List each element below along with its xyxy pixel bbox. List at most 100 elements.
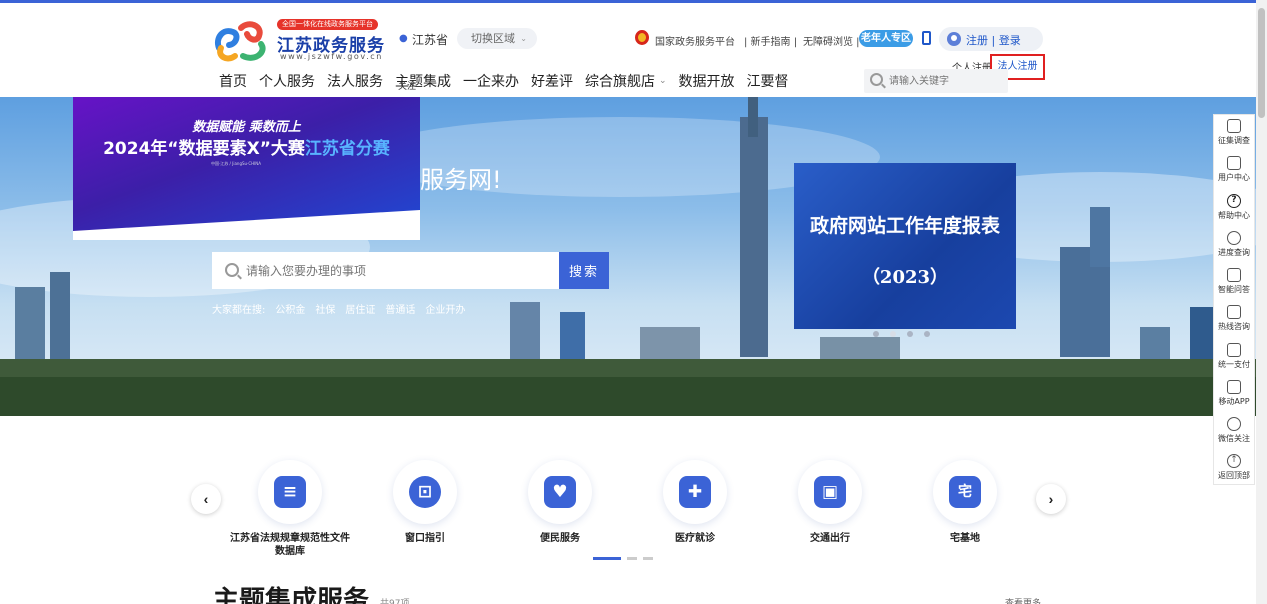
national-emblem-icon: [635, 30, 649, 45]
float-label: 微信关注: [1218, 434, 1250, 443]
nav-item-personal[interactable]: 个人服务: [259, 70, 315, 92]
gov-platform-link[interactable]: 国家政务服务平台: [655, 33, 735, 48]
float-label: 进度查询: [1218, 248, 1250, 257]
services-prev-button[interactable]: ‹: [191, 484, 221, 514]
service-item-homestead[interactable]: 宅 宅基地: [895, 460, 1035, 545]
current-location: 江苏省: [412, 33, 449, 47]
carousel-dot[interactable]: [907, 331, 913, 337]
nav-item-enterprise[interactable]: 一企来办: [463, 70, 519, 92]
service-label: 窗口指引: [405, 533, 445, 544]
carousel-dots: [873, 331, 930, 337]
nav-item-corporate[interactable]: 法人服务: [327, 70, 383, 92]
register-link[interactable]: 注册: [966, 34, 988, 47]
nav-item-flagship[interactable]: 综合旗舰店 ⌄: [585, 70, 667, 92]
service-label: 宅基地: [950, 533, 980, 544]
chevron-down-icon: ⌄: [520, 34, 527, 43]
database-icon: ≡: [274, 476, 306, 508]
login-link[interactable]: 登录: [999, 34, 1021, 47]
float-payment[interactable]: 统一支付: [1214, 343, 1254, 370]
right-float-toolbar: 征集调查 用户中心 ? 帮助中心 进度查询 智能问答 热线咨询 统一支付 移动AP…: [1213, 114, 1255, 485]
float-label: 移动APP: [1218, 397, 1250, 406]
nav-item-rating[interactable]: 好差评: [531, 70, 573, 92]
search-icon[interactable]: [870, 73, 883, 86]
pager-dot[interactable]: [627, 557, 637, 560]
service-item-regulations[interactable]: ≡ 江苏省法规规章规范性文件数据库: [220, 460, 360, 558]
carousel-dot[interactable]: [924, 331, 930, 337]
nav-item-home[interactable]: 首页: [219, 70, 247, 92]
service-icon-circle: ⊡: [393, 460, 457, 524]
service-icon-circle: 宅: [933, 460, 997, 524]
hot-searches: 大家都在搜: 公积金 社保 居住证 普通话 企业开办: [212, 301, 465, 316]
clipboard-icon: [1227, 119, 1241, 133]
header-search-input[interactable]: [889, 72, 999, 90]
float-wechat[interactable]: 微信关注: [1214, 417, 1254, 444]
hot-term[interactable]: 公积金: [275, 301, 305, 316]
guide-link[interactable]: | 新手指南 |: [744, 33, 797, 48]
float-label: 统一支付: [1218, 360, 1250, 369]
mobile-app-icon: [1227, 380, 1241, 394]
service-label: 医疗就诊: [675, 533, 715, 544]
page-scrollbar[interactable]: [1256, 0, 1267, 604]
location-pin-icon: ●: [399, 33, 408, 44]
float-hotline[interactable]: 热线咨询: [1214, 305, 1254, 332]
hot-term[interactable]: 企业开办: [425, 301, 465, 316]
view-more-link[interactable]: 查看更多: [1005, 596, 1041, 604]
annual-report-card[interactable]: 政府网站工作年度报表 （2023）: [794, 163, 1016, 329]
wechat-icon: [1227, 417, 1241, 431]
help-icon: ?: [1227, 194, 1241, 208]
float-mobile-app[interactable]: 移动APP: [1214, 380, 1254, 407]
pager-dot[interactable]: [643, 557, 653, 560]
arrow-up-icon: ↑: [1227, 454, 1241, 468]
welcome-text: 服务网!: [420, 166, 502, 194]
main-search-box: [212, 252, 559, 289]
service-item-convenience[interactable]: ♥ 便民服务: [490, 460, 630, 545]
main-search-button[interactable]: 搜索: [559, 252, 609, 289]
float-user-center[interactable]: 用户中心: [1214, 156, 1254, 183]
medical-folder-icon: ✚: [679, 476, 711, 508]
nav-item-open-data[interactable]: 数据开放: [679, 70, 735, 92]
service-label: 便民服务: [540, 533, 580, 544]
divider: |: [988, 34, 999, 47]
service-label: 江苏省法规规章规范性文件数据库: [230, 533, 350, 557]
float-ai-qa[interactable]: 智能问答: [1214, 268, 1254, 295]
wallet-icon: [1227, 343, 1241, 357]
nav-flagship-label: 综合旗舰店: [585, 74, 655, 90]
user-card-icon: [1227, 156, 1241, 170]
float-progress[interactable]: 进度查询: [1214, 231, 1254, 258]
window-guide-icon: ⊡: [409, 476, 441, 508]
nav-sub-label: 关注: [398, 82, 417, 92]
service-item-medical[interactable]: ✚ 医疗就诊: [625, 460, 765, 545]
float-help[interactable]: ? 帮助中心: [1214, 194, 1254, 221]
scrollbar-thumb[interactable]: [1258, 8, 1265, 118]
float-back-to-top[interactable]: ↑ 返回顶部: [1214, 454, 1254, 481]
promo-headline-part1: 2024年“数据要素: [103, 139, 247, 159]
main-nav: 首页 个人服务 法人服务 主题集成 一企来办 好差评 综合旗舰店 ⌄ 数据开放 江…: [219, 70, 801, 92]
accessible-link[interactable]: 无障碍浏览 |: [803, 33, 860, 48]
service-item-window-guide[interactable]: ⊡ 窗口指引: [355, 460, 495, 545]
float-survey[interactable]: 征集调查: [1214, 119, 1254, 146]
switch-region-button[interactable]: 切换区域 ⌄: [457, 28, 537, 49]
promo-white-wedge: [73, 210, 420, 240]
hot-term[interactable]: 社保: [315, 301, 335, 316]
services-next-button[interactable]: ›: [1036, 484, 1066, 514]
chat-icon: [1227, 305, 1241, 319]
promo-ad-card[interactable]: 数据赋能 乘数而上 2024年“数据要素X”大赛江苏省分赛 中国·江苏 / Ji…: [73, 97, 420, 240]
carousel-dot[interactable]: [873, 331, 879, 337]
section-count: 共97项: [380, 599, 410, 604]
carousel-dot-active[interactable]: [890, 331, 896, 337]
robot-icon: [1227, 268, 1241, 282]
service-icon-circle: ♥: [528, 460, 592, 524]
nav-item-supervision[interactable]: 江要督: [747, 70, 789, 92]
main-search-input[interactable]: [246, 261, 546, 281]
pager-dot-active[interactable]: [593, 557, 621, 560]
service-item-transport[interactable]: ▣ 交通出行: [760, 460, 900, 545]
mobile-phone-icon[interactable]: [922, 31, 931, 45]
service-label: 交通出行: [810, 533, 850, 544]
homestead-icon: 宅: [949, 476, 981, 508]
float-label: 热线咨询: [1218, 322, 1250, 331]
chevron-down-icon: ⌄: [659, 76, 667, 86]
hot-term[interactable]: 居住证: [345, 301, 375, 316]
elder-zone-button[interactable]: 老年人专区: [859, 30, 913, 47]
hot-term[interactable]: 普通话: [385, 301, 415, 316]
report-title: 政府网站工作年度报表: [809, 215, 1000, 237]
